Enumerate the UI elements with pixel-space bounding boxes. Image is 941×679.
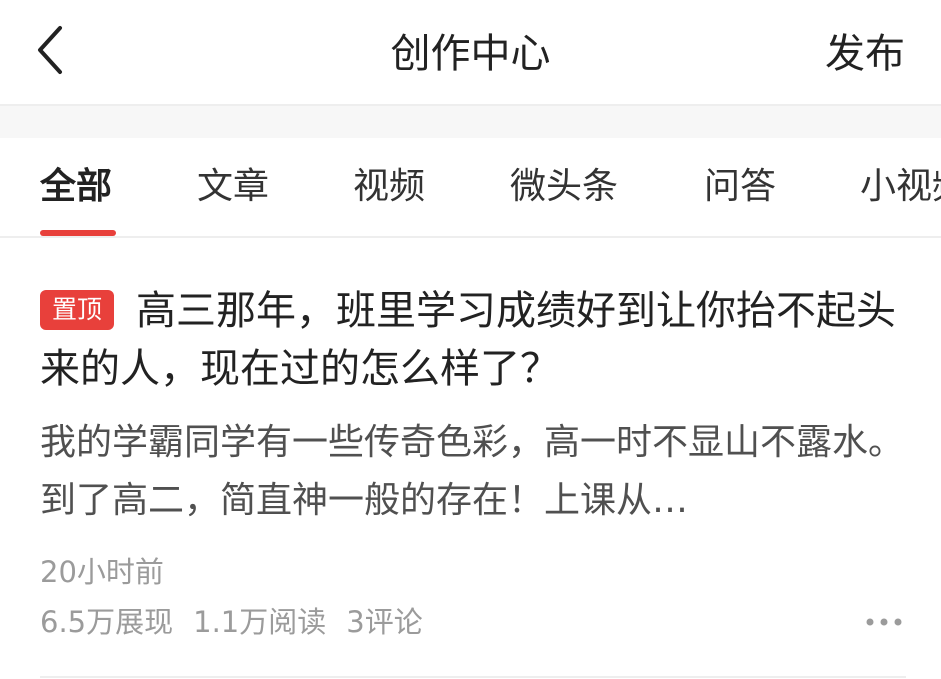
tab-all[interactable]: 全部 [40, 162, 112, 212]
article-title-block[interactable]: 置顶 高三那年，班里学习成绩好到让你抬不起头来的人，现在过的怎么样了？ [40, 282, 906, 398]
reads-count: 1.1万阅读 [193, 605, 327, 639]
content-type-tabs: 全部 文章 视频 微头条 问答 小视频 [0, 138, 941, 238]
tab-qa[interactable]: 问答 [704, 162, 776, 212]
top-navigation-bar: 创作中心 发布 [0, 0, 941, 106]
tab-articles[interactable]: 文章 [197, 162, 269, 212]
tab-short-videos[interactable]: 小视频 [860, 162, 941, 212]
section-gap [0, 106, 941, 138]
article-summary[interactable]: 我的学霸同学有一些传奇色彩，高一时不显山不露水。到了高二，简直神一般的存在！上课… [40, 414, 906, 530]
impressions-count: 6.5万展现 [40, 605, 174, 639]
more-options-button[interactable] [864, 604, 904, 640]
article-card[interactable]: 置顶 高三那年，班里学习成绩好到让你抬不起头来的人，现在过的怎么样了？ 我的学霸同… [40, 238, 906, 679]
back-button[interactable] [30, 22, 80, 78]
pinned-badge: 置顶 [40, 290, 115, 330]
article-stats: 6.5万展现 1.1万阅读 3评论 [40, 602, 443, 642]
tab-videos[interactable]: 视频 [353, 162, 425, 212]
page-title: 创作中心 [390, 31, 551, 77]
article-title: 高三那年，班里学习成绩好到让你抬不起头来的人，现在过的怎么样了？ [40, 288, 897, 392]
chevron-left-icon [38, 26, 62, 74]
tab-micro-posts[interactable]: 微头条 [510, 162, 618, 212]
comments-count: 3评论 [346, 605, 423, 639]
active-tab-indicator [40, 230, 116, 236]
publish-button[interactable]: 发布 [825, 26, 905, 82]
list-divider [40, 676, 906, 678]
more-dots-icon [866, 618, 902, 626]
article-timestamp: 20小时前 [40, 555, 164, 589]
